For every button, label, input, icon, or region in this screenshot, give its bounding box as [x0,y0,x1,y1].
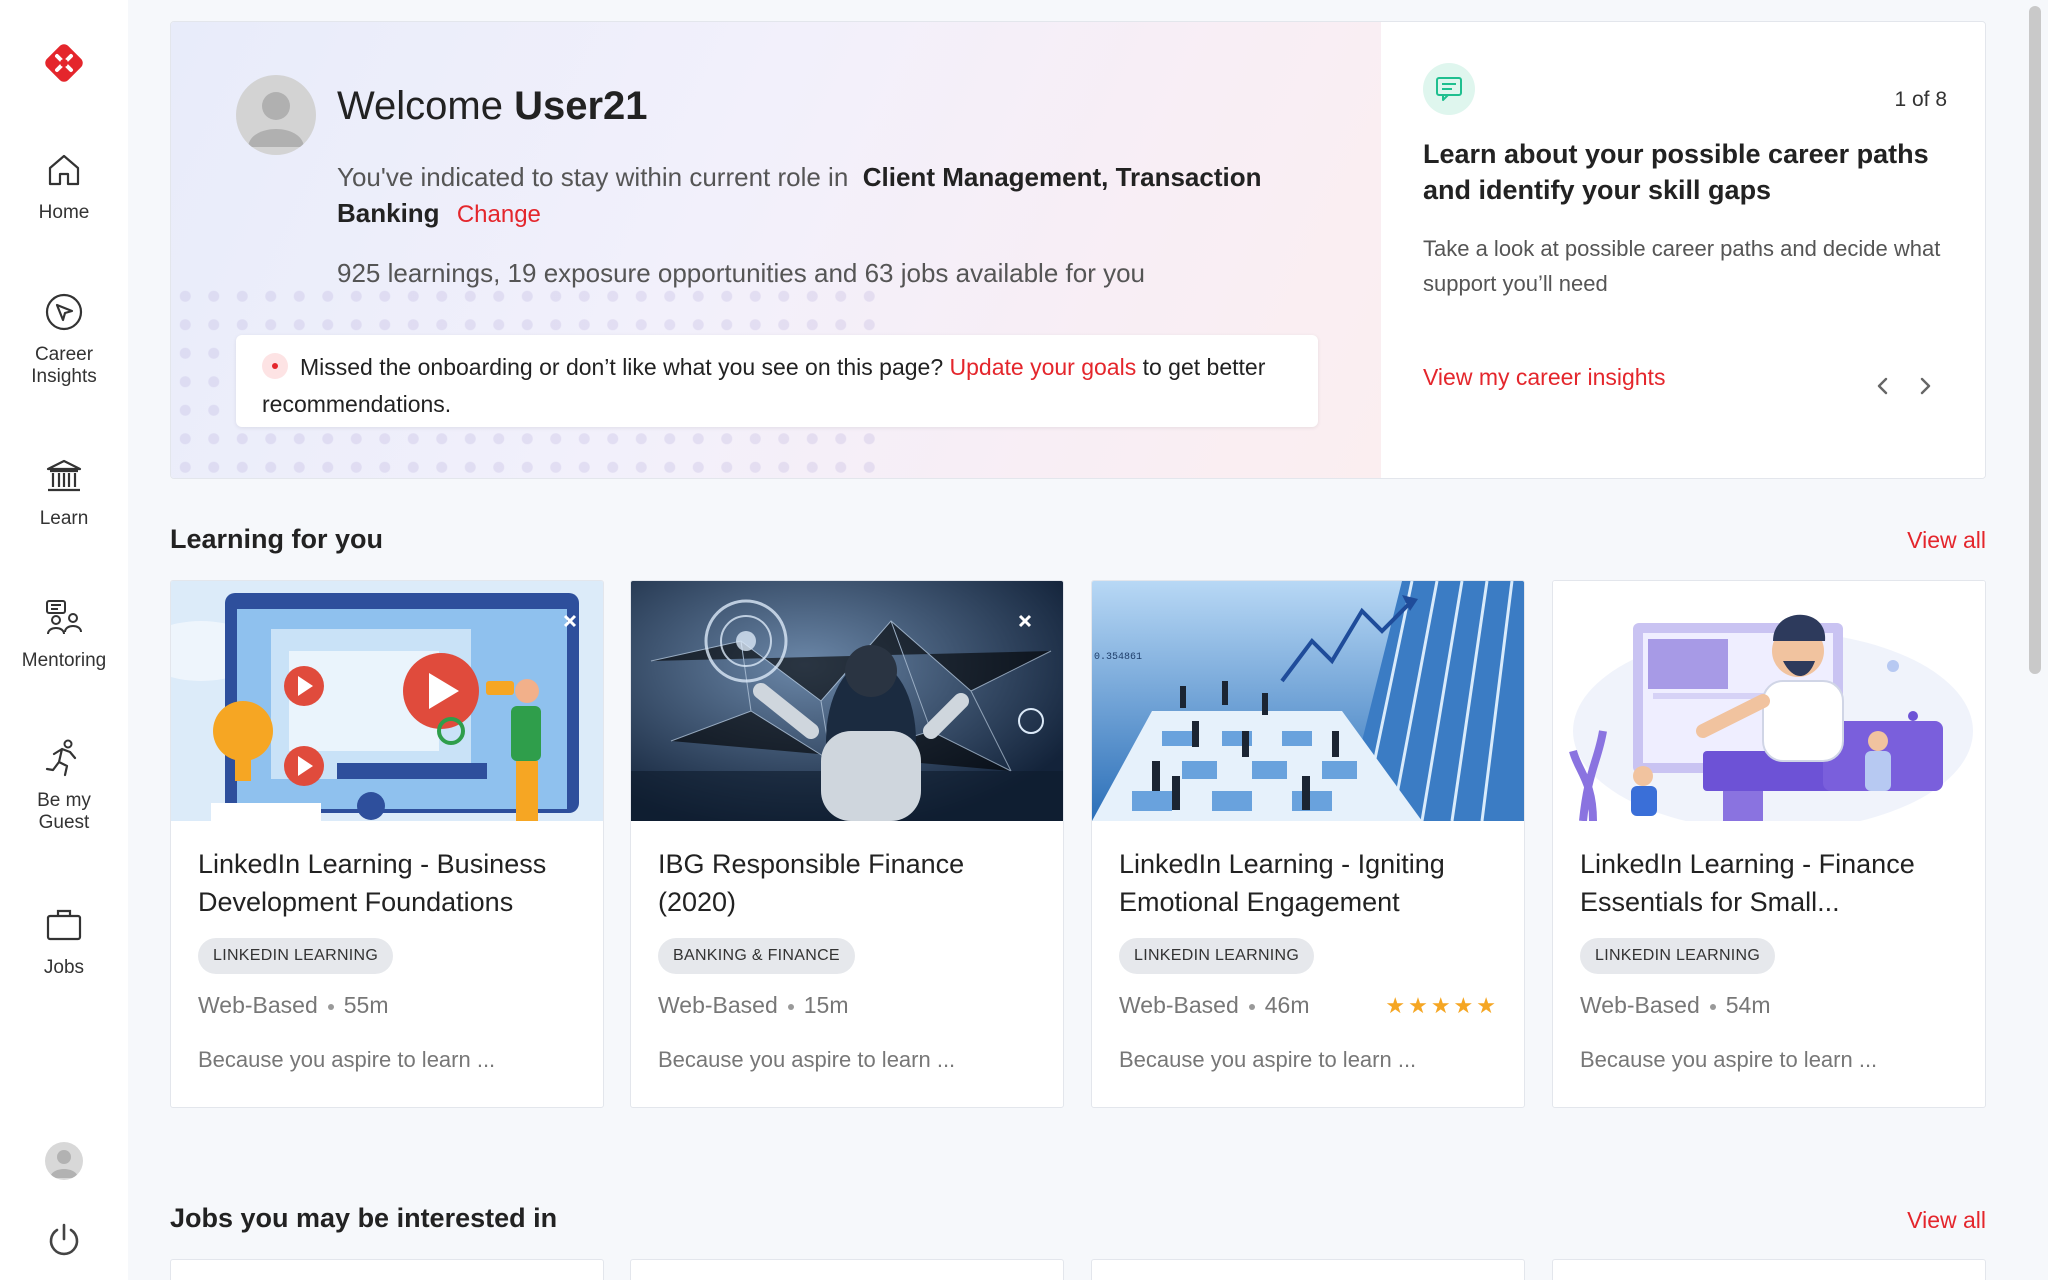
scrollbar-thumb[interactable] [2029,6,2041,674]
sidebar-item-jobs[interactable]: Jobs [0,905,128,979]
course-format: Web-Based [1119,992,1239,1018]
user-name: User21 [514,84,648,128]
course-duration: 46m [1264,992,1310,1018]
chat-icon [1423,63,1475,115]
running-person-icon [45,739,77,777]
course-provider-tag: LINKEDIN LEARNING [198,938,394,974]
course-format: Web-Based [658,992,778,1018]
course-meta: Web-Based 54m [1580,992,1771,1019]
compass-icon [45,293,83,331]
learning-card[interactable]: LinkedIn Learning - Business Development… [170,580,604,1108]
bank-icon [46,459,82,492]
change-role-link[interactable]: Change [457,201,541,228]
course-thumbnail: 0.354861 [1092,581,1524,821]
svg-text:0.354861: 0.354861 [1094,652,1142,663]
avatar[interactable] [45,1142,83,1180]
course-title: IBG Responsible Finance (2020) [658,849,965,917]
career-insights-panel: 1 of 8 Learn about your possible career … [1381,22,1985,478]
current-role-text: You've indicated to stay within current … [337,159,1337,233]
home-icon [48,154,80,186]
sidebar-item-label: Jobs [43,957,85,978]
rating-stars: ★★★★★ [1385,993,1499,1018]
job-card[interactable] [1552,1259,1986,1280]
course-format: Web-Based [1580,992,1700,1018]
insight-title: Learn about your possible career paths a… [1423,139,1929,205]
course-title: LinkedIn Learning - Finance Essentials f… [1580,849,1915,917]
sidebar-item-label: Mentoring [21,650,107,671]
course-thumbnail [1553,581,1985,821]
sidebar-item-be-my-guest[interactable]: Be my Guest [0,738,128,834]
avatar [236,75,316,155]
course-meta: Web-Based 15m [658,992,849,1019]
jobs-view-all-link[interactable]: View all [1907,1207,1986,1234]
recommendation-reason: Because you aspire to learn ... [1119,1047,1417,1072]
sidebar-item-home[interactable]: Home [0,150,128,224]
recommendation-reason: Because you aspire to learn ... [658,1047,956,1072]
sidebar-item-label: Learn [39,508,89,529]
course-duration: 15m [803,992,849,1018]
power-icon[interactable] [46,1222,82,1263]
insight-description: Take a look at possible career paths and… [1423,236,1941,296]
job-card[interactable] [1091,1259,1525,1280]
course-provider-tag: BANKING & FINANCE [658,938,855,974]
role-prefix: You've indicated to stay within current … [337,162,849,192]
onboarding-notice: Missed the onboarding or don’t like what… [236,335,1318,427]
availability-summary: 925 learnings, 19 exposure opportunities… [337,258,1145,288]
learning-card[interactable]: 0.354861 LinkedIn Learning - Igniting Em… [1091,580,1525,1108]
sidebar: Home Career Insights Learn Mentoring Be … [0,0,128,1280]
welcome-banner: Welcome User21 You've indicated to stay … [170,21,1986,479]
course-thumbnail [631,581,1063,821]
carousel-pager: 1 of 8 [1894,88,1947,111]
section-title-jobs: Jobs you may be interested in [170,1203,558,1233]
recommendation-reason: Because you aspire to learn ... [1580,1047,1878,1072]
learning-view-all-link[interactable]: View all [1907,527,1986,554]
job-card[interactable] [630,1259,1064,1280]
welcome-prefix: Welcome [337,84,503,128]
notice-text: Missed the onboarding or don’t like what… [300,354,944,380]
brand-logo[interactable] [43,42,85,84]
recommendation-reason: Because you aspire to learn ... [198,1047,496,1072]
learning-card[interactable]: LinkedIn Learning - Finance Essentials f… [1552,580,1986,1108]
briefcase-icon [46,909,82,941]
sidebar-item-career-insights[interactable]: Career Insights [0,292,128,388]
course-provider-tag: LINKEDIN LEARNING [1580,938,1776,974]
alert-dot-icon [262,353,288,379]
course-title: LinkedIn Learning - Igniting Emotional E… [1119,849,1445,917]
page-title: Welcome User21 [337,84,648,129]
course-thumbnail [171,581,603,821]
course-duration: 55m [343,992,389,1018]
course-title: LinkedIn Learning - Business Development… [198,849,547,917]
scrollbar[interactable] [2028,0,2042,1280]
sidebar-item-label: Home [38,202,90,223]
sidebar-item-mentoring[interactable]: Mentoring [0,598,128,672]
learning-card[interactable]: IBG Responsible Finance (2020) BANKING &… [630,580,1064,1108]
course-format: Web-Based [198,992,318,1018]
sidebar-item-learn[interactable]: Learn [0,456,128,530]
course-meta: Web-Based 46m [1119,992,1310,1019]
sidebar-item-label: Be my Guest [37,790,91,833]
chevron-left-icon[interactable] [1869,372,1897,400]
job-card[interactable] [170,1259,604,1280]
course-provider-tag: LINKEDIN LEARNING [1119,938,1315,974]
course-meta: Web-Based 55m [198,992,389,1019]
chevron-right-icon[interactable] [1911,372,1939,400]
sidebar-item-label: Career Insights [31,344,97,387]
welcome-panel: Welcome User21 You've indicated to stay … [171,22,1381,478]
course-duration: 54m [1725,992,1771,1018]
mentoring-icon [46,600,82,635]
section-title-learning: Learning for you [170,524,384,554]
update-goals-link[interactable]: Update your goals [950,354,1137,380]
view-career-insights-link[interactable]: View my career insights [1423,364,1665,391]
